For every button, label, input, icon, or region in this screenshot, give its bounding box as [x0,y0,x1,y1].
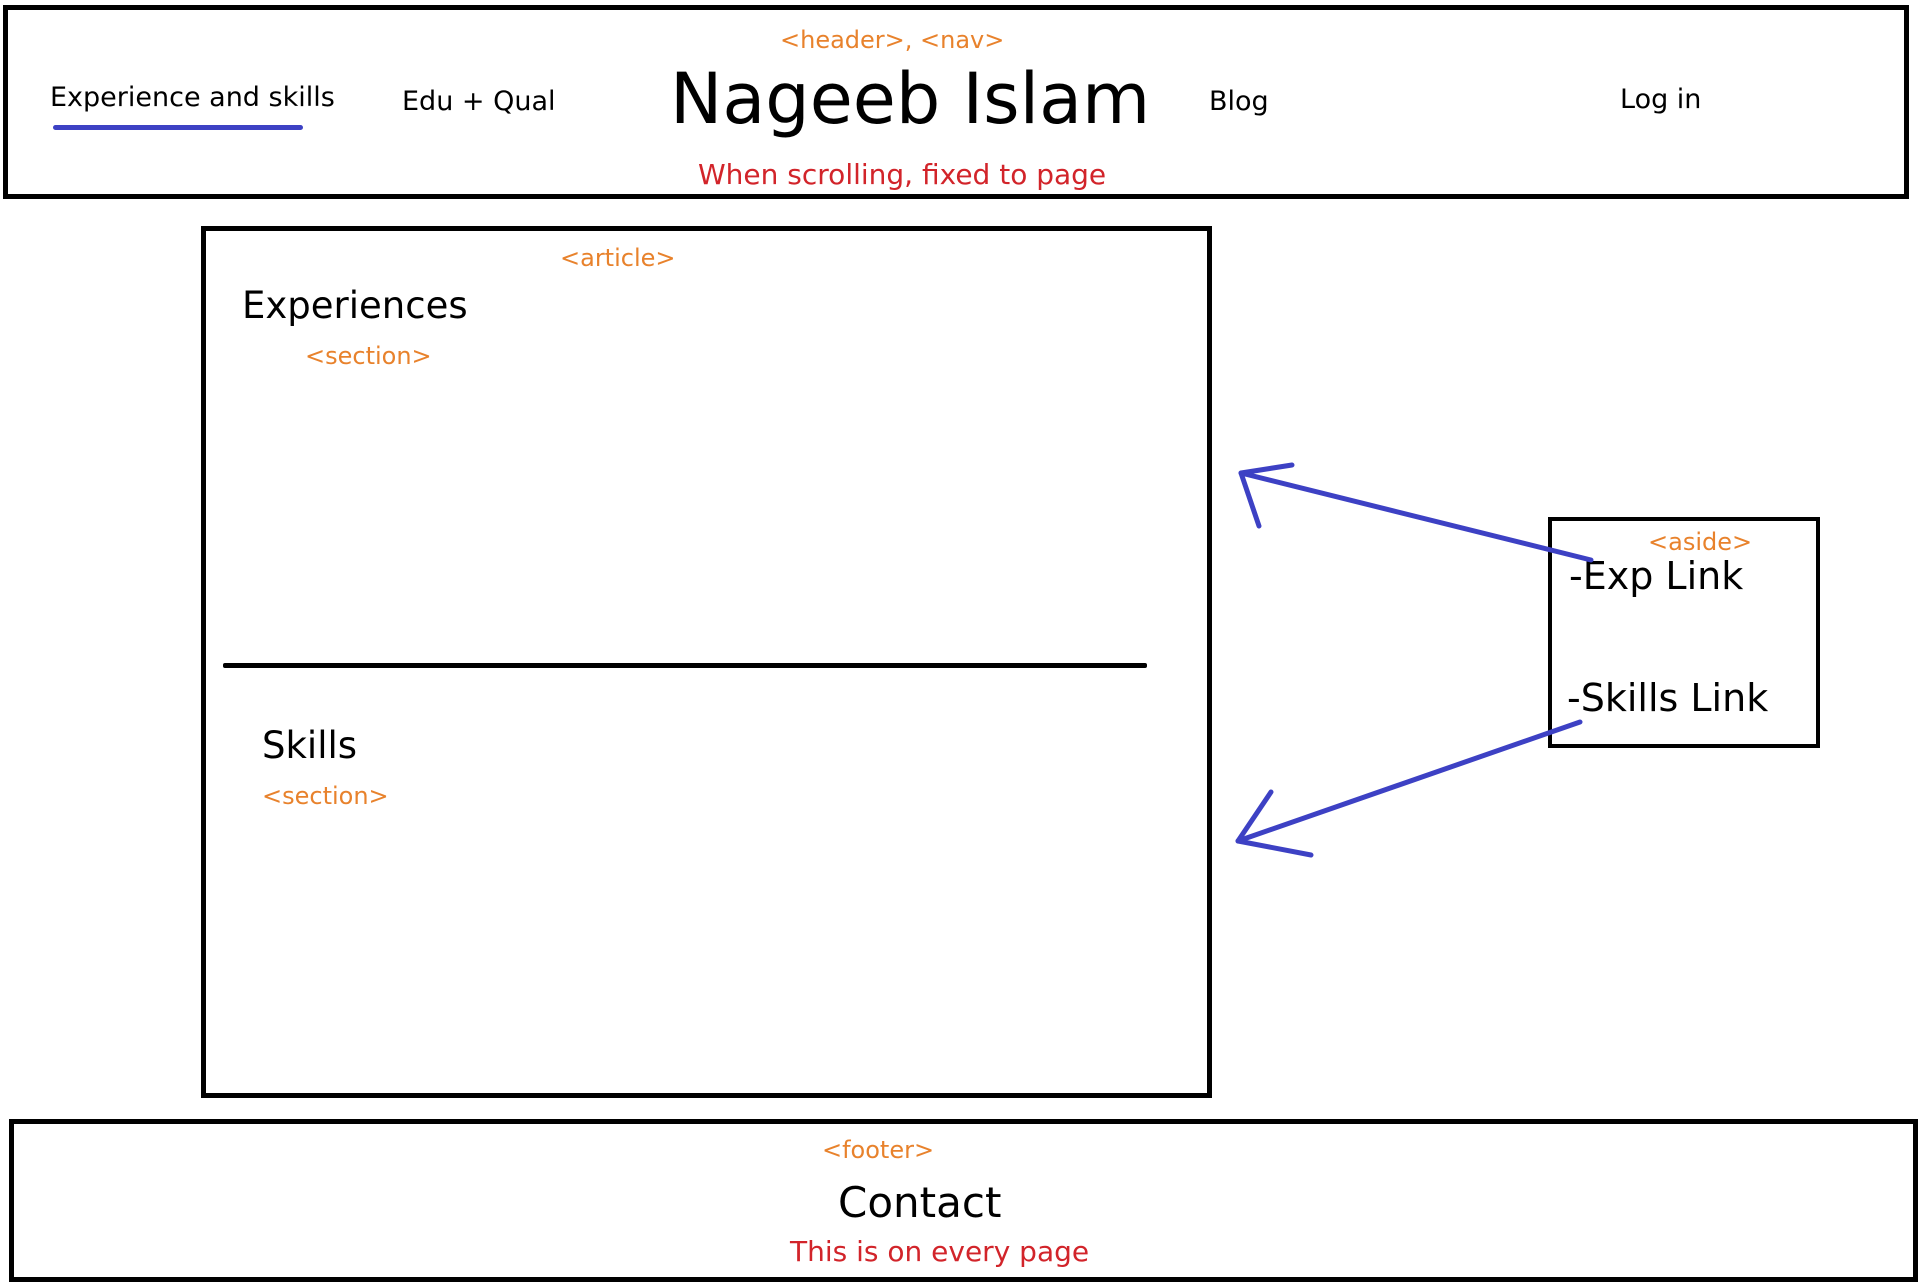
skills-link-arrowhead-icon [1235,789,1314,858]
arrows-layer [1235,462,1594,858]
exp-link-arrow [1238,470,1594,563]
exp-link-arrowhead-icon [1238,462,1295,529]
skills-link-arrow [1235,719,1583,844]
